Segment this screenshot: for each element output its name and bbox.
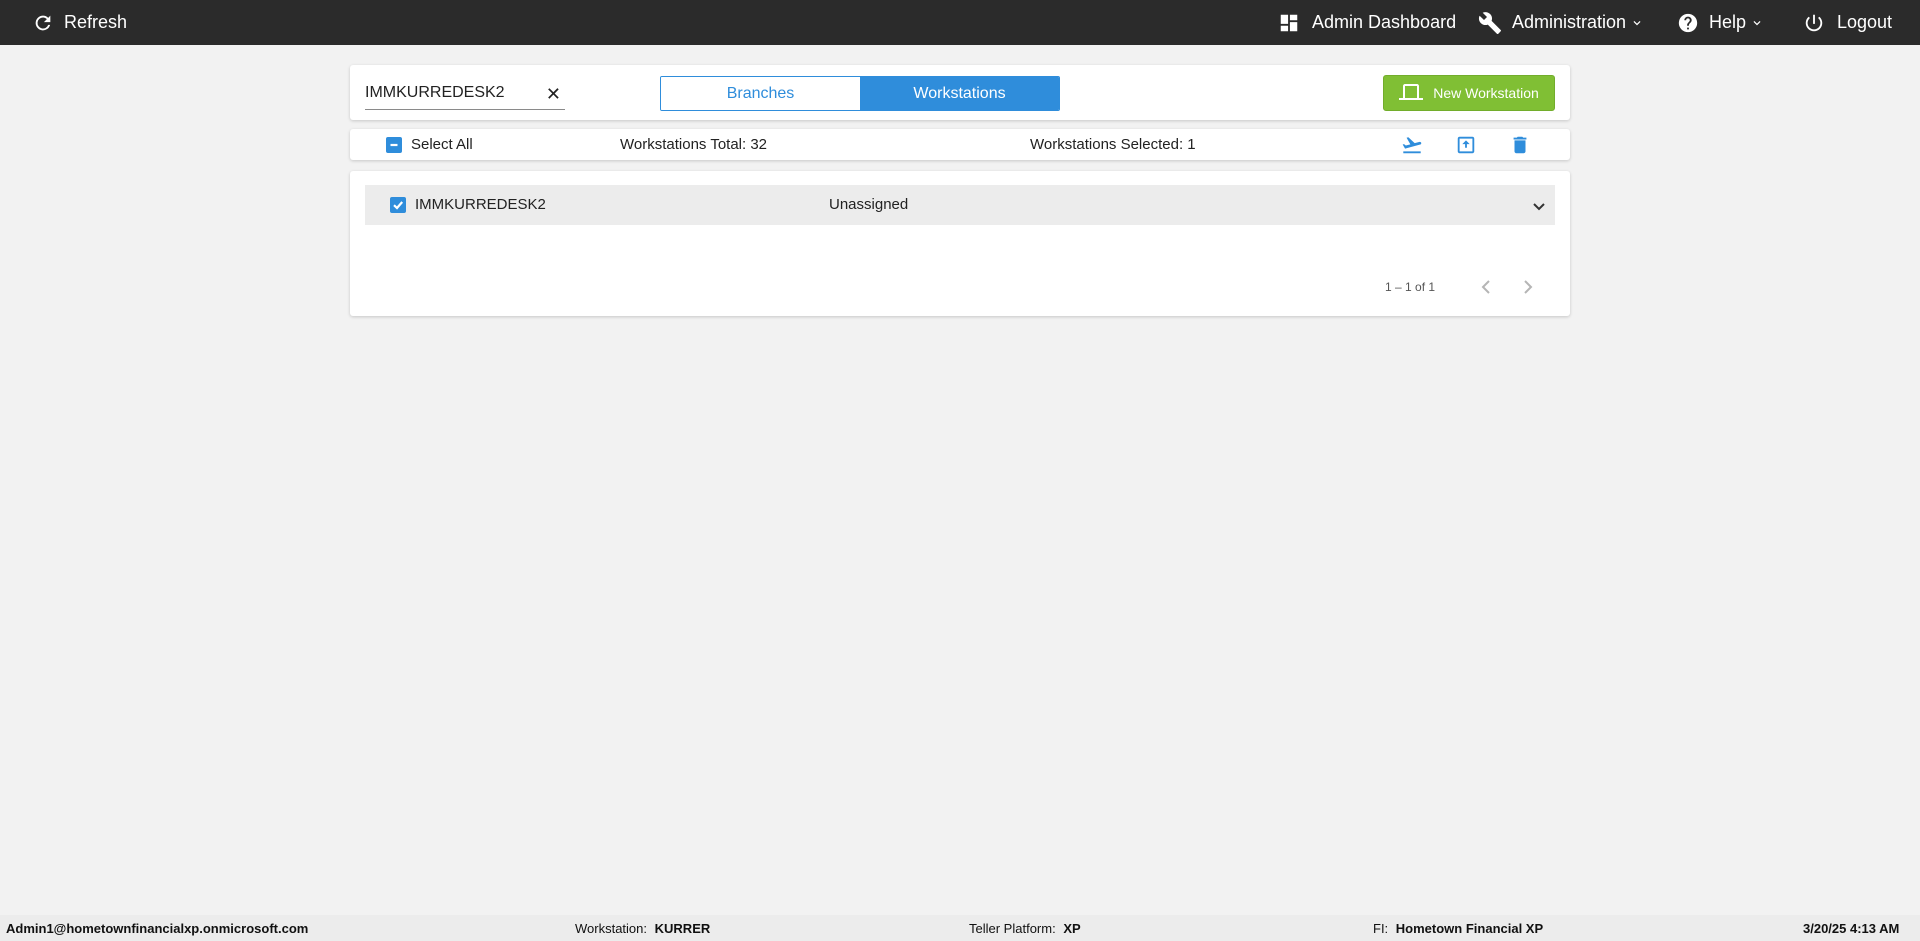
- view-toggle: Branches Workstations: [660, 76, 1060, 111]
- plane-depart-icon[interactable]: [1401, 134, 1423, 156]
- workstation-branch: Unassigned: [829, 196, 909, 213]
- power-icon: [1805, 14, 1823, 31]
- new-workstation-button[interactable]: New Workstation: [1383, 75, 1555, 111]
- laptop-icon: [1399, 84, 1424, 100]
- selection-bar: Select All Workstations Total: 32 Workst…: [350, 129, 1570, 160]
- search-field: ✕: [365, 77, 565, 110]
- footer-datetime: 3/20/25 4:13 AM: [1803, 921, 1900, 936]
- refresh-label: Refresh: [64, 12, 128, 32]
- footer-teller-platform-value: XP: [1063, 921, 1081, 936]
- refresh-icon: [35, 15, 51, 30]
- footer-workstation-label: Workstation:: [575, 921, 648, 936]
- indeterminate-checkbox-icon: [386, 136, 402, 153]
- footer-fi-value: Hometown Financial XP: [1395, 921, 1544, 936]
- help-menu[interactable]: Help: [1677, 0, 1764, 45]
- status-footer: Admin1@hometownfinancialxp.onmicrosoft.c…: [0, 915, 1920, 941]
- administration-label: Administration: [1512, 12, 1627, 32]
- footer-teller-platform: Teller Platform: XP: [969, 921, 1081, 936]
- wrench-icon: [1478, 11, 1501, 34]
- refresh-button[interactable]: Refresh: [32, 0, 127, 45]
- search-toolbar: ✕ Branches Workstations New Workstation: [350, 65, 1570, 120]
- chevron-down-icon: [1633, 20, 1641, 25]
- workstations-selected: Workstations Selected: 1: [1030, 136, 1196, 153]
- footer-fi-label: FI:: [1373, 921, 1389, 936]
- tab-workstations[interactable]: Workstations: [860, 77, 1059, 110]
- logout-button[interactable]: Logout: [1803, 0, 1892, 45]
- chevron-left-icon[interactable]: [1477, 277, 1497, 297]
- new-workstation-label: New Workstation: [1433, 85, 1539, 101]
- upload-box-icon[interactable]: [1455, 134, 1477, 156]
- workstation-list: IMMKURREDESK2 Unassigned 1 – 1 of 1: [350, 171, 1570, 316]
- top-navigation-bar: Refresh Admin Dashboard Administration H…: [0, 0, 1920, 45]
- workstations-total: Workstations Total: 32: [620, 136, 768, 153]
- help-circle-icon: [1678, 13, 1698, 32]
- workstation-name: IMMKURREDESK2: [415, 196, 546, 213]
- admin-dashboard-link[interactable]: Admin Dashboard: [1278, 0, 1456, 45]
- checkbox-checked-icon[interactable]: [390, 197, 406, 213]
- dashboard-icon: [1280, 14, 1298, 31]
- list-item[interactable]: IMMKURREDESK2 Unassigned: [365, 185, 1555, 225]
- chevron-right-icon[interactable]: [1517, 277, 1537, 297]
- select-all-checkbox[interactable]: Select All: [386, 136, 473, 153]
- footer-user: Admin1@hometownfinancialxp.onmicrosoft.c…: [6, 921, 309, 936]
- logout-label: Logout: [1837, 12, 1893, 32]
- footer-workstation-value: KURRER: [654, 921, 711, 936]
- pagination-range: 1 – 1 of 1: [1385, 280, 1436, 294]
- close-icon[interactable]: ✕: [546, 84, 561, 104]
- search-input[interactable]: [365, 81, 535, 105]
- admin-dashboard-label: Admin Dashboard: [1312, 12, 1457, 32]
- administration-menu[interactable]: Administration: [1478, 0, 1644, 45]
- chevron-down-icon: [1753, 20, 1761, 25]
- footer-workstation: Workstation: KURRER: [575, 921, 710, 936]
- footer-fi: FI: Hometown Financial XP: [1373, 921, 1543, 936]
- footer-teller-platform-label: Teller Platform:: [969, 921, 1056, 936]
- help-label: Help: [1709, 12, 1747, 32]
- tab-branches[interactable]: Branches: [661, 77, 860, 110]
- trash-icon[interactable]: [1509, 134, 1531, 156]
- select-all-label: Select All: [411, 136, 473, 153]
- chevron-down-icon[interactable]: [1531, 198, 1547, 214]
